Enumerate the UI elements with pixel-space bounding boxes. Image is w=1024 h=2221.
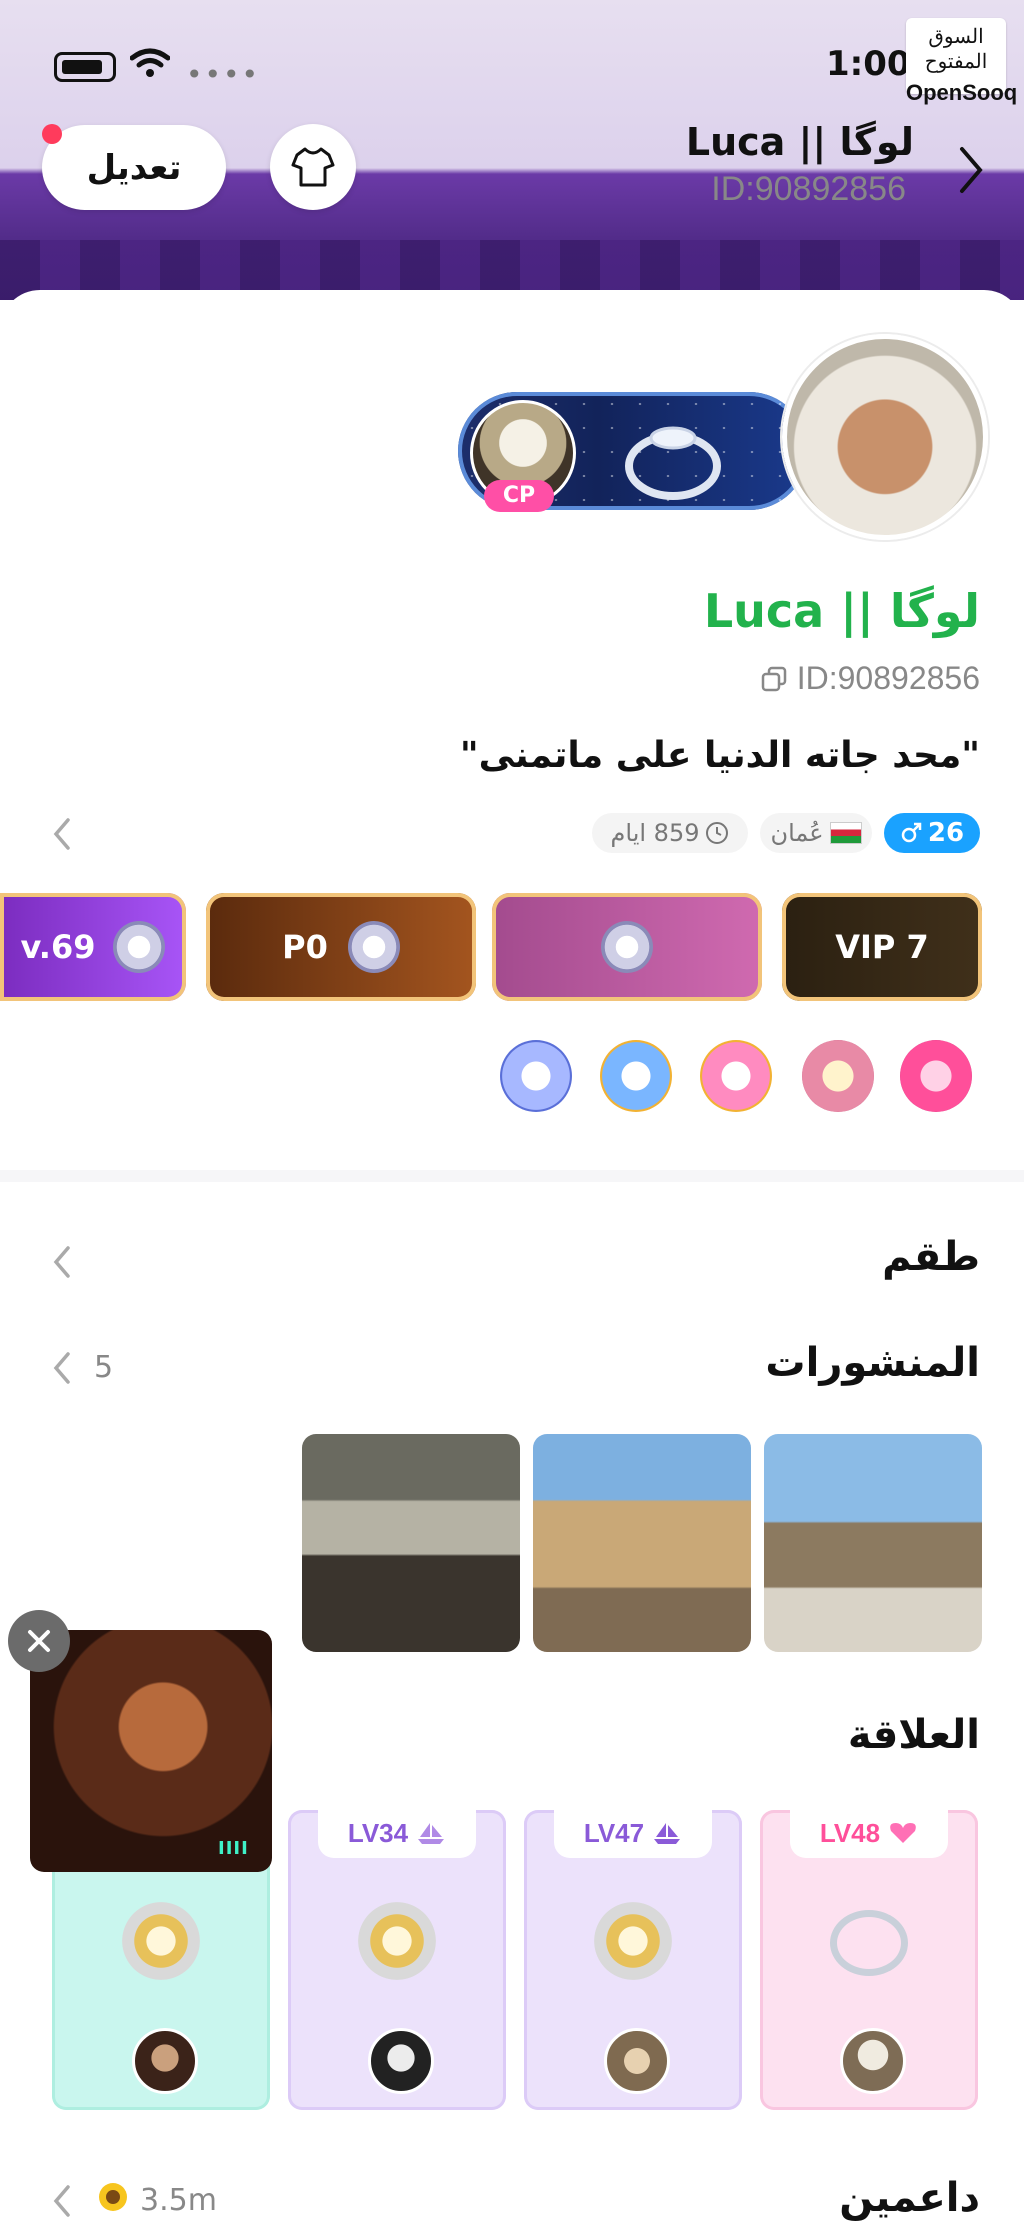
relation-section-title: العلاقة bbox=[847, 1712, 980, 1758]
relation-level: LV34 bbox=[347, 1817, 409, 1848]
chevron-left-icon[interactable] bbox=[50, 816, 74, 852]
section-divider bbox=[0, 1170, 1024, 1182]
header-username: لوگا || Luca bbox=[685, 120, 914, 164]
chevron-left-icon[interactable] bbox=[50, 2183, 74, 2219]
vip-label: VIP 7 bbox=[835, 928, 929, 966]
cat-medal-icon[interactable] bbox=[700, 1040, 772, 1112]
signal-dots: •••• bbox=[186, 58, 261, 91]
posts-section-title[interactable]: المنشورات bbox=[765, 1340, 980, 1386]
watermark-latin: OpenSooq bbox=[906, 80, 1018, 105]
relation-card[interactable]: LV47 bbox=[524, 1808, 742, 2110]
level-badge[interactable]: v.69 bbox=[0, 893, 186, 1001]
po-badge[interactable]: P0 bbox=[206, 893, 476, 1001]
relation-avatar bbox=[368, 2028, 434, 2094]
heart-icon bbox=[890, 1823, 916, 1843]
pocket-watch-icon bbox=[122, 1902, 200, 1980]
relation-level: LV47 bbox=[583, 1817, 645, 1848]
relation-level-tag: LV34 bbox=[318, 1808, 476, 1858]
post-thumbnail[interactable] bbox=[302, 1434, 520, 1652]
status-time: 1:00 bbox=[826, 44, 911, 84]
posts-count: 5 bbox=[94, 1350, 114, 1385]
days-tag: 859 ايام bbox=[592, 813, 748, 853]
pocket-watch-icon bbox=[594, 1902, 672, 1980]
po-label: P0 bbox=[282, 928, 328, 966]
boat-icon bbox=[654, 1823, 681, 1844]
floating-video[interactable] bbox=[30, 1630, 272, 1872]
ring-gift-icon bbox=[830, 1910, 908, 1976]
relation-avatar bbox=[840, 2028, 906, 2094]
relation-avatar bbox=[604, 2028, 670, 2094]
age-value: 26 bbox=[927, 818, 965, 848]
crest-medal-icon[interactable] bbox=[500, 1040, 572, 1112]
opensooq-watermark: السوق المفتوح OpenSooq bbox=[906, 18, 1017, 105]
days-value: 859 ايام bbox=[610, 819, 700, 847]
sunflower-icon bbox=[99, 2183, 127, 2211]
pocket-watch-icon bbox=[358, 1902, 436, 1980]
close-video-button[interactable] bbox=[8, 1610, 70, 1672]
male-icon bbox=[901, 822, 922, 843]
relation-avatar bbox=[132, 2028, 198, 2094]
watermark-arabic: السوق المفتوح bbox=[924, 26, 988, 73]
wings-emblem-icon bbox=[347, 921, 400, 973]
profile-bio: "محد جاته الدنيا على ماتمنى" bbox=[459, 735, 980, 776]
relation-level-tag: LV48 bbox=[790, 1808, 948, 1858]
profile-username: لوگا || Luca bbox=[703, 584, 980, 638]
edit-button[interactable]: تعديل bbox=[42, 125, 226, 210]
country-tag: عُمان bbox=[760, 813, 872, 853]
ring-icon bbox=[625, 426, 721, 500]
supporters-value: 3.5m bbox=[140, 2183, 217, 2218]
video-audio-indicator: IIII bbox=[218, 1838, 249, 1859]
close-icon bbox=[28, 1630, 50, 1652]
copy-icon[interactable] bbox=[761, 666, 787, 692]
oman-flag-icon bbox=[829, 822, 862, 844]
noble-badge[interactable] bbox=[492, 893, 762, 1001]
shirt-icon bbox=[291, 147, 335, 187]
country-name: عُمان bbox=[770, 819, 824, 847]
relation-level-tag: LV47 bbox=[554, 1808, 712, 1858]
cp-badge: CP bbox=[484, 480, 554, 512]
header-user-id: ID:90892856 bbox=[711, 170, 906, 208]
chevron-right-icon[interactable] bbox=[956, 145, 986, 195]
vip-badge[interactable]: VIP 7 bbox=[782, 893, 982, 1001]
outfit-section-title[interactable]: طقم bbox=[882, 1234, 980, 1280]
mascot-medal-icon[interactable] bbox=[600, 1040, 672, 1112]
level-label: v.69 bbox=[20, 928, 96, 966]
boat-icon bbox=[418, 1823, 445, 1844]
relation-level: LV48 bbox=[819, 1817, 881, 1848]
crown-emblem-icon bbox=[113, 921, 166, 973]
age-gender-tag: 26 bbox=[884, 813, 980, 853]
chevron-left-icon[interactable] bbox=[50, 1244, 74, 1280]
clock-icon bbox=[706, 822, 729, 844]
battery-icon bbox=[54, 52, 116, 82]
wifi-icon bbox=[130, 48, 170, 77]
chevron-left-icon[interactable] bbox=[50, 1350, 74, 1386]
post-thumbnail[interactable] bbox=[764, 1434, 982, 1652]
letter-medal-icon[interactable] bbox=[802, 1040, 874, 1112]
notification-dot bbox=[42, 124, 62, 144]
profile-id-row[interactable]: ID:90892856 bbox=[761, 660, 980, 697]
relation-card[interactable]: LV48 bbox=[760, 1808, 978, 2110]
gift-medal-icon[interactable] bbox=[900, 1040, 972, 1112]
outfit-button[interactable] bbox=[270, 124, 356, 210]
noble-emblem-icon bbox=[601, 921, 653, 973]
profile-avatar[interactable] bbox=[782, 334, 988, 540]
supporters-section-title[interactable]: داعمين bbox=[839, 2175, 980, 2221]
post-thumbnail[interactable] bbox=[533, 1434, 751, 1652]
relation-card[interactable]: LV34 bbox=[288, 1808, 506, 2110]
profile-id: ID:90892856 bbox=[796, 660, 980, 696]
